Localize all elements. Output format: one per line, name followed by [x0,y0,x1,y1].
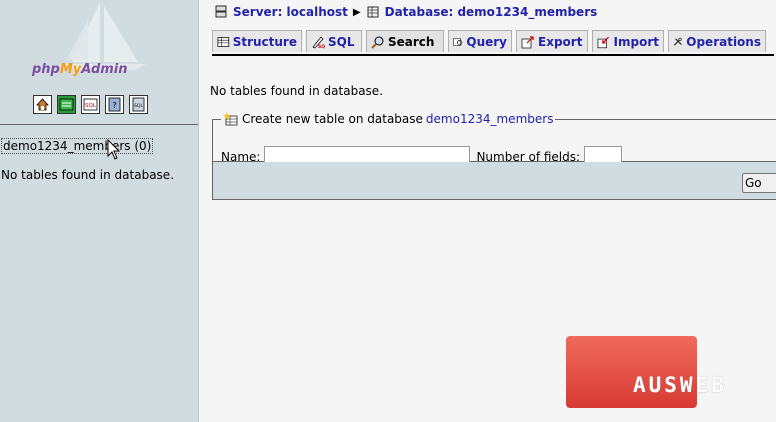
tab-search[interactable]: Search [366,30,444,52]
mouse-cursor-icon [107,139,121,160]
breadcrumb-server-link[interactable]: Server: localhost [233,5,348,19]
search-icon [371,36,384,49]
tab-structure[interactable]: Structure [212,30,302,52]
go-button[interactable]: Go [742,173,776,193]
svg-text:SQL: SQL [134,103,143,109]
sql-tab-icon: SQL [312,35,325,49]
breadcrumb: Server: localhost ▶ Database: demo1234_m… [214,5,597,19]
svg-text:?: ? [112,101,116,110]
tab-bar: Structure SQL SQL Search Query Export Im… [212,30,774,56]
svg-text:SQL: SQL [85,103,97,109]
create-table-legend: Create new table on database demo1234_me… [221,112,555,126]
breadcrumb-database-link[interactable]: Database: demo1234_members [385,5,598,19]
create-table-footer: Go [212,162,776,200]
query-window-icon[interactable] [57,95,76,114]
nav-divider [0,124,198,125]
tab-sql[interactable]: SQL SQL [306,30,362,52]
import-icon [597,36,610,48]
phpmyadmin-logo-sail [64,2,146,70]
tab-query[interactable]: Query [448,30,512,52]
breadcrumb-arrow-icon: ▶ [352,6,361,18]
content-frame: Server: localhost ▶ Database: demo1234_m… [204,0,776,422]
no-tables-message: No tables found in database. [210,84,384,98]
create-table-db-link[interactable]: demo1234_members [426,112,554,126]
tab-import[interactable]: Import [592,30,664,52]
phpmyadmin-logo[interactable]: phpMyAdmin [32,62,128,77]
sql-icon[interactable]: SQL [81,95,100,114]
export-icon [521,35,534,48]
new-table-icon [223,112,238,126]
home-icon[interactable] [33,95,52,114]
ausweb-watermark-badge [566,336,697,408]
database-link[interactable]: demo1234_members (0) [1,138,154,154]
structure-icon [217,36,230,47]
create-table-fieldset: Create new table on database demo1234_me… [212,112,776,168]
ausweb-watermark-text: AUSWEB [633,373,727,397]
database-icon [367,6,379,18]
tab-export[interactable]: Export [516,30,588,52]
server-icon [215,5,227,18]
svg-text:SQL: SQL [318,44,325,49]
nav-no-tables-text: No tables found in database. [1,168,175,182]
sql-doc-icon[interactable]: SQL [129,95,148,114]
query-icon [453,37,463,46]
tab-operations[interactable]: Operations [668,30,766,52]
navigation-frame: phpMyAdmin SQL ? SQL demo1234_members (0… [0,0,199,422]
documentation-icon[interactable]: ? [105,95,124,114]
nav-icon-row: SQL ? SQL [33,95,148,114]
operations-icon [673,37,682,46]
